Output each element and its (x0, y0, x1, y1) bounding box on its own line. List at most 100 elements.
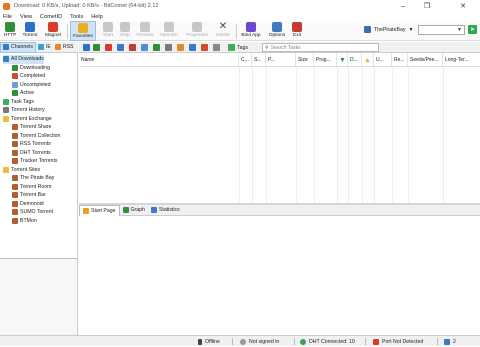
column-seeds-peers[interactable]: Seeds/Pee... (408, 53, 443, 67)
list-view-icon[interactable] (83, 44, 90, 51)
tree-item-torrent-room[interactable]: Torrent Room (12, 183, 51, 192)
column-long-term[interactable]: Long-Ter... (443, 53, 480, 67)
column-up-speed-icon[interactable]: ▲ (362, 53, 374, 67)
priority-icon[interactable] (201, 44, 208, 51)
menu-bar: File View CometID Tools Help (0, 12, 480, 21)
detail-pane (79, 216, 480, 335)
check-icon[interactable] (105, 44, 112, 51)
menu-help[interactable]: Help (91, 14, 103, 20)
tree-item-torrent-share[interactable]: Torrent Share (12, 123, 51, 132)
phone-icon (198, 338, 202, 345)
exit-button[interactable]: Exit (290, 21, 304, 41)
column-c[interactable]: C... (239, 53, 252, 67)
start-button[interactable]: Start (100, 21, 116, 41)
task-list[interactable] (79, 67, 480, 203)
column-name[interactable]: Name (79, 53, 239, 67)
download-icon[interactable] (93, 44, 100, 51)
column-re[interactable]: Re... (392, 53, 408, 67)
column-d[interactable]: D... (348, 53, 362, 67)
column-p[interactable]: P... (266, 53, 296, 67)
http-add-icon (5, 22, 15, 32)
tree-item-btmon[interactable]: BTMon (12, 217, 37, 226)
minimize-button[interactable]: – (392, 0, 414, 12)
account-status[interactable]: Not signed in (240, 336, 279, 347)
menu-tools[interactable]: Tools (70, 14, 83, 20)
properties-button[interactable]: Properties (183, 21, 211, 41)
tree-item-torrent-history[interactable]: Torrent History (3, 106, 45, 115)
stop-button[interactable]: Stop (117, 21, 133, 41)
column-divider (314, 67, 315, 203)
port-warning-icon (373, 338, 379, 345)
tree-item-demonoid[interactable]: Demonoid (12, 200, 44, 209)
tree-item-downloading[interactable]: Downloading (12, 64, 50, 73)
options-button[interactable]: Options (266, 21, 288, 41)
add-http-button[interactable]: HTTP (2, 21, 18, 41)
search-tasks-input[interactable]: ⚲ Search Tasks (262, 43, 379, 52)
menu-file[interactable]: File (3, 14, 12, 20)
open-dir-button[interactable]: OpenDir (158, 21, 180, 41)
down-arrow-icon[interactable] (165, 44, 172, 51)
ie-icon (37, 44, 44, 50)
tab-ie[interactable]: IE (36, 42, 53, 53)
column-down-speed-icon[interactable]: ▼ (337, 53, 348, 67)
dht-status[interactable]: DHT Connected: 10 (300, 336, 355, 347)
up-arrow-icon[interactable] (153, 44, 160, 51)
torrent-share-icon (12, 124, 18, 131)
add-torrent-button[interactable]: Torrent (20, 21, 40, 41)
stop-red-icon[interactable] (129, 44, 136, 51)
tree-item-completed[interactable]: Completed (12, 72, 45, 81)
tab-graph[interactable]: Graph (120, 205, 148, 216)
queue-icon[interactable] (189, 44, 196, 51)
site-icon (12, 183, 18, 190)
tree-item-uncompleted[interactable]: Uncompleted (12, 81, 51, 90)
tree-item-torrent-exchange[interactable]: Torrent Exchange (3, 115, 52, 124)
go-search-button[interactable]: ➤ (468, 25, 477, 34)
bind-app-button[interactable]: Bind App (239, 21, 263, 41)
left-bottom-panel (0, 258, 78, 335)
tree-item-rss-torrents[interactable]: RSS Torrents (12, 140, 51, 149)
tab-rss[interactable]: RSS (53, 42, 76, 53)
tree-item-all-downloads[interactable]: All Downloads (3, 55, 44, 64)
task-count-status[interactable]: 2 (444, 336, 456, 347)
column-size[interactable]: Size (296, 53, 314, 67)
settings-small-icon[interactable] (213, 44, 220, 51)
tree-item-torrent-sites[interactable]: Torrent Sites (3, 166, 40, 175)
start-page-icon (83, 207, 89, 214)
port-status[interactable]: Port Not Detected (373, 336, 423, 347)
bulb-icon[interactable] (117, 44, 124, 51)
toolbar-separator (236, 24, 237, 39)
column-divider (443, 67, 444, 203)
close-button[interactable]: ✕ (448, 0, 478, 12)
search-site-selector[interactable]: ThePirateBay ▼ (364, 24, 413, 35)
tab-start-page[interactable]: Start Page (79, 204, 120, 216)
tab-channels[interactable]: Channels (0, 41, 36, 53)
play-icon (103, 22, 113, 32)
column-progress[interactable]: Prog... (314, 53, 337, 67)
tree-item-torrent-bar[interactable]: Torrent Bar (12, 191, 46, 200)
restore-button[interactable]: ❐ (416, 0, 438, 12)
column-s[interactable]: S... (252, 53, 266, 67)
favorites-button[interactable]: Favorites (70, 21, 96, 41)
sort-icon[interactable] (177, 44, 184, 51)
menu-view[interactable]: View (20, 14, 32, 20)
favorites-icon (78, 23, 88, 33)
tree-item-dht-torrents[interactable]: DHT Torrents (12, 149, 51, 158)
preview-button[interactable]: Preview (134, 21, 156, 41)
connection-status[interactable]: Offline (198, 336, 220, 347)
tree-item-the-pirate-bay[interactable]: The Pirate Bay (12, 174, 54, 183)
tree-item-sumo-torrent[interactable]: SUMO Torrent (12, 208, 53, 217)
tags-button[interactable]: Tags (228, 43, 248, 52)
tab-statistics[interactable]: Statistics (148, 205, 183, 216)
tree-item-task-tags[interactable]: Task Tags (3, 98, 34, 107)
tree-item-tracker-torrents[interactable]: Tracker Torrents (12, 157, 57, 166)
cloud-icon[interactable] (141, 44, 148, 51)
delete-button[interactable]: ✕ Delete (213, 21, 233, 41)
tree-item-active[interactable]: Active (12, 89, 34, 98)
menu-cometid[interactable]: CometID (40, 14, 62, 20)
site-search-input[interactable]: ▼ (418, 25, 465, 35)
column-divider (296, 67, 297, 203)
tracker-torrents-icon (12, 158, 18, 165)
tree-item-torrent-collection[interactable]: Torrent Collection (12, 132, 60, 141)
magnet-button[interactable]: Magnet (42, 21, 64, 41)
column-u[interactable]: U... (374, 53, 392, 67)
